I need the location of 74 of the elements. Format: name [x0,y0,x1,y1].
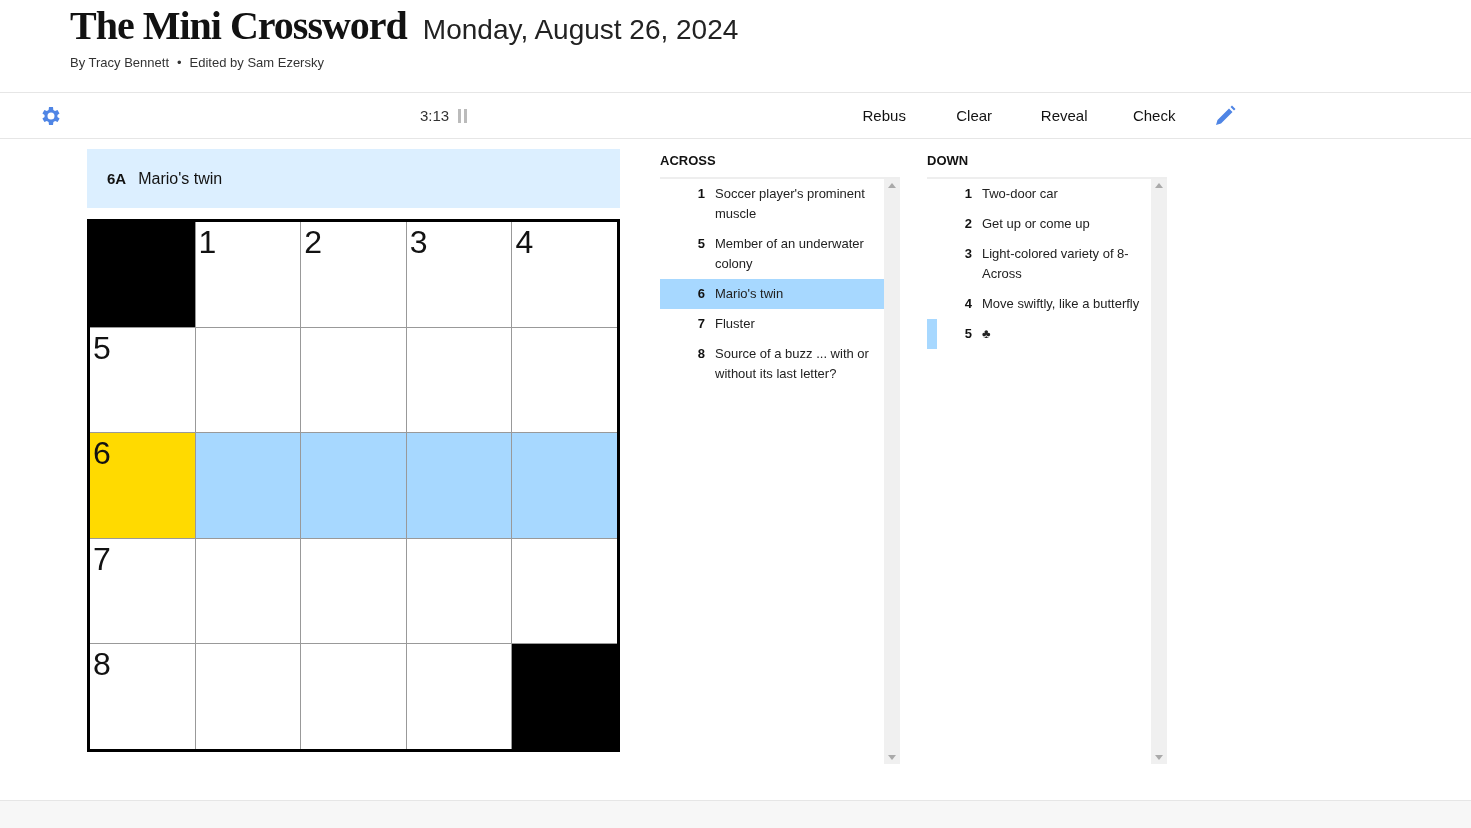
grid-cell[interactable] [195,433,301,538]
cell-number: 1 [198,226,217,258]
cell-number: 8 [93,648,111,681]
editor-credit: Edited by Sam Ezersky [189,55,324,70]
toolbar-button[interactable]: Rebus [839,101,930,130]
grid-cell[interactable] [406,538,512,644]
grid-cell[interactable]: 2 [301,222,406,327]
puzzle-title: The Mini Crossword [70,2,407,49]
scroll-up-icon[interactable] [888,183,896,188]
grid-cell[interactable] [301,433,406,538]
clue-text: Get up or come up [982,215,1090,233]
scrollbar[interactable] [884,179,900,764]
scroll-up-icon[interactable] [1155,183,1163,188]
scrollbar[interactable] [1151,179,1167,764]
grid-cell[interactable]: 4 [512,222,617,327]
puzzle-date: Monday, August 26, 2024 [422,14,739,46]
clue-number: 6 [697,285,705,303]
grid-cell[interactable] [301,327,406,433]
clue-number: 1 [697,185,705,203]
clue-text: Move swiftly, like a butterfly [982,295,1140,313]
clue-number: 5 [697,235,705,253]
cell-number: 7 [93,542,111,575]
clue-list-heading: DOWN [927,153,970,170]
grid-cell[interactable]: 8 [90,644,195,749]
byline: By Tracy Bennett [70,55,169,70]
cell-number: 2 [304,226,322,258]
toolbar-button[interactable]: Check [1109,101,1200,130]
scroll-down-icon[interactable] [1155,755,1163,760]
clue-text: ♣ [982,325,991,343]
clue-label: 6A [107,170,127,187]
clue-number: 2 [964,215,972,233]
clue-number: 5 [964,325,972,343]
clue-number: 3 [964,245,972,263]
cell-number: 6 [93,437,111,470]
grid-cell[interactable] [512,327,617,433]
clue-list-heading: ACROSS [660,153,717,170]
cell-number: 4 [515,226,534,258]
clue-text: Mario's twin [138,169,223,188]
grid-cell[interactable] [512,538,617,644]
grid-cell[interactable] [301,538,406,644]
clue-text: Two-door car [982,185,1058,203]
grid-cell[interactable]: 5 [90,327,195,433]
grid-cell[interactable]: 7 [90,538,195,644]
pencil-icon[interactable] [1213,103,1238,128]
clue-number: 1 [964,185,972,203]
clue-number: 7 [697,315,705,333]
clue-text: Light-colored variety of 8-Across [982,245,1130,283]
clue-text: Source of a buzz ... with or without its last letter? [715,345,870,383]
separator-dot: • [177,55,182,70]
grid-cell[interactable]: 6 [90,433,195,538]
clue-text: Soccer player's prominent muscle [715,185,866,223]
grid-cell[interactable] [406,433,512,538]
grid-cell[interactable] [406,327,512,433]
grid-cell[interactable] [195,644,301,749]
scroll-down-icon[interactable] [888,755,896,760]
grid-cell[interactable] [301,644,406,749]
grid-cell[interactable] [406,644,512,749]
clue-number: 8 [697,345,705,363]
grid-cell[interactable] [195,327,301,433]
grid-cell[interactable]: 3 [406,222,512,327]
clue-item[interactable]: 6 Mario's twin [660,279,884,309]
grid-cell[interactable] [195,538,301,644]
pause-icon[interactable] [457,108,470,123]
cell-number: 5 [93,331,111,364]
clue-number: 4 [964,295,972,313]
grid-cell[interactable]: 1 [195,222,301,327]
toolbar-button[interactable]: Clear [929,101,1020,130]
clue-text: Member of an underwater colony [715,235,865,273]
timer: 3:13 [420,107,450,124]
cell-number: 3 [409,226,428,258]
toolbar-button[interactable]: Reveal [1019,101,1110,130]
clue-text: Fluster [715,315,755,333]
clue-text: Mario's twin [715,285,784,303]
grid-cell[interactable] [512,433,617,538]
